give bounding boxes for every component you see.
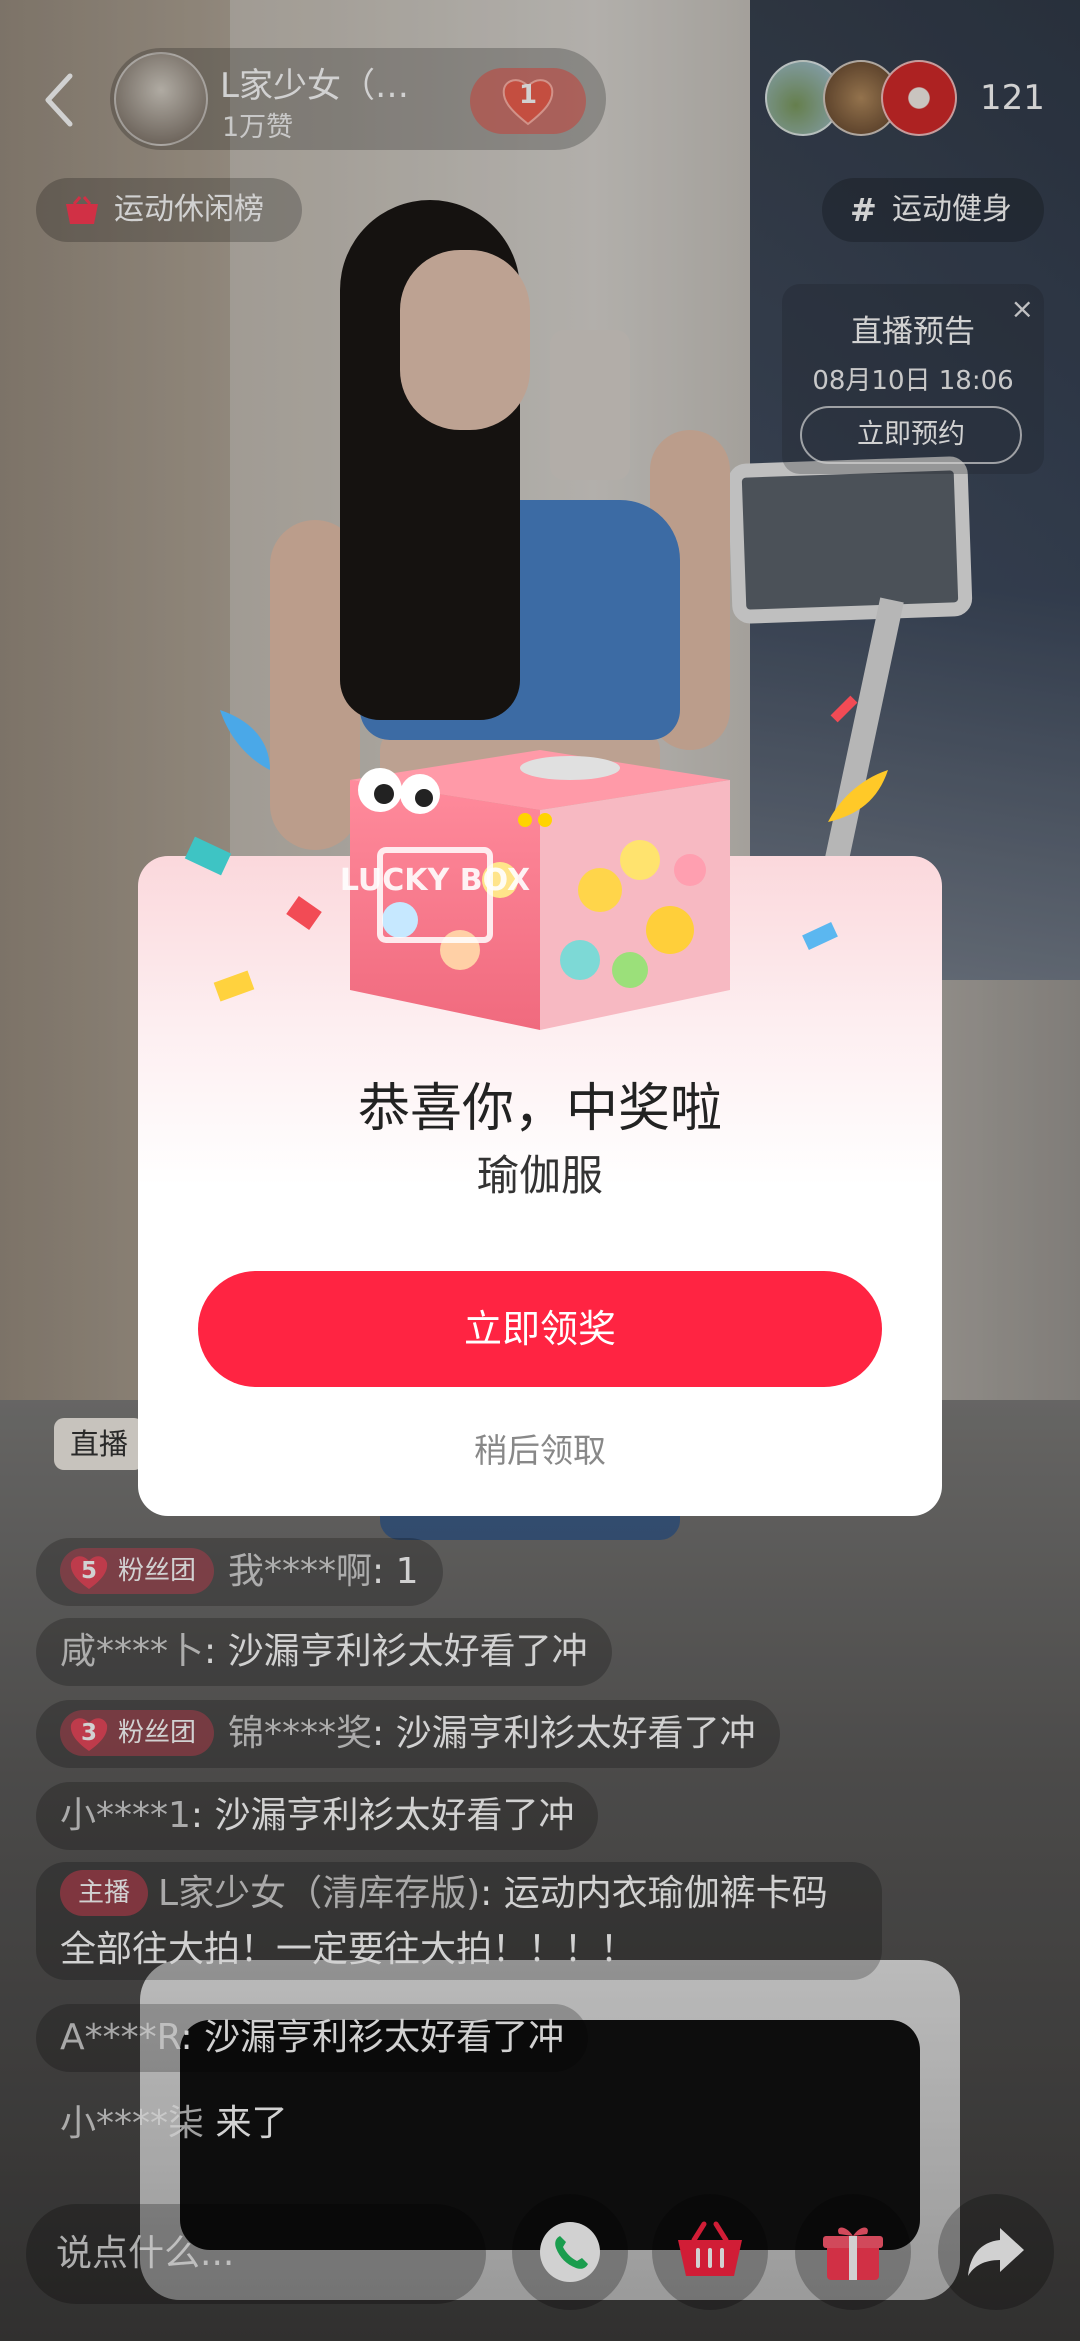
claim-later-button[interactable]: 稍后领取 [138,1424,942,1472]
confetti-decoration [802,921,838,951]
confetti-decoration [286,895,322,931]
lucky-box-label: LUCKY BOX [340,863,530,898]
prize-title: 恭喜你，中奖啦 [357,1079,722,1139]
claim-prize-button[interactable]: 立即领奖 [198,1271,882,1387]
confetti-decoration [828,770,888,822]
confetti-decoration [220,710,270,770]
confetti-decoration [184,836,232,876]
prize-name: 瑜伽服 [476,1151,603,1200]
confetti-decoration [213,970,255,1002]
lucky-box-illustration: LUCKY BOX [340,750,730,1030]
confetti-decoration [830,695,858,723]
